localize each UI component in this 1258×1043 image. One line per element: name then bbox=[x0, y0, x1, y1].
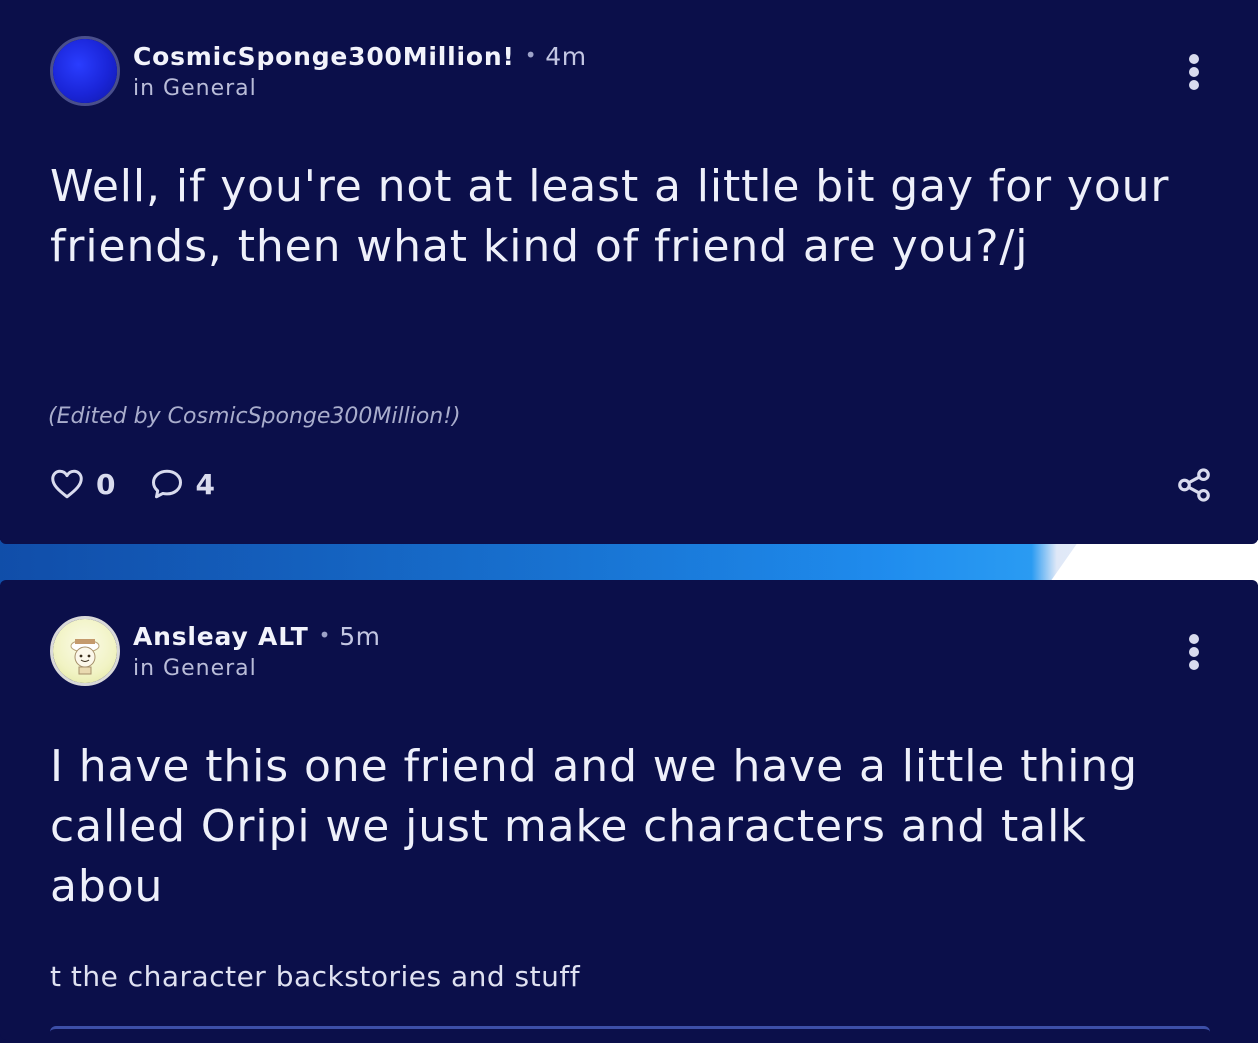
post-body: Well, if you're not at least a little bi… bbox=[50, 161, 1170, 272]
embedded-content-edge bbox=[50, 1026, 1210, 1043]
comment-button[interactable]: 4 bbox=[149, 466, 215, 502]
post-card[interactable]: CosmicSponge300Million! • 4m in General We… bbox=[0, 0, 1258, 544]
post-header: Ansleay ALT • 5m bbox=[133, 622, 381, 651]
comment-bubble-icon bbox=[152, 469, 183, 499]
post-time: 4m bbox=[545, 42, 587, 71]
like-count: 0 bbox=[96, 467, 116, 501]
more-vertical-icon[interactable] bbox=[1180, 54, 1208, 94]
share-icon bbox=[1178, 468, 1210, 502]
post-location[interactable]: in General bbox=[133, 76, 257, 101]
post-time: 5m bbox=[339, 622, 381, 651]
background-white-wedge bbox=[1048, 540, 1258, 585]
heart-icon bbox=[51, 469, 83, 499]
post-header: CosmicSponge300Million! • 4m bbox=[133, 42, 587, 71]
separator-dot: • bbox=[318, 623, 332, 647]
post-location[interactable]: in General bbox=[133, 656, 257, 681]
separator-dot: • bbox=[524, 43, 538, 67]
like-button[interactable]: 0 bbox=[48, 466, 115, 502]
edited-note: (Edited by CosmicSponge300Million!) bbox=[48, 404, 461, 429]
post-card[interactable]: Ansleay ALT • 5m in General I have this on… bbox=[0, 580, 1258, 1040]
author-name[interactable]: Ansleay ALT bbox=[133, 622, 309, 651]
character-face-icon bbox=[70, 639, 100, 675]
background-strip bbox=[0, 540, 1258, 585]
post-actions: 0 4 bbox=[48, 464, 249, 504]
author-name[interactable]: CosmicSponge300Million! bbox=[133, 42, 515, 71]
background-shade bbox=[0, 540, 900, 585]
share-button[interactable] bbox=[1174, 466, 1214, 508]
post-body-continuation: t the character backstories and stuff bbox=[50, 960, 581, 993]
more-vertical-icon[interactable] bbox=[1180, 634, 1208, 674]
comment-count: 4 bbox=[195, 467, 215, 501]
avatar[interactable] bbox=[50, 616, 120, 686]
avatar[interactable] bbox=[50, 36, 120, 106]
character-avatar-icon bbox=[53, 619, 117, 683]
blue-avatar-icon bbox=[53, 39, 117, 103]
post-body: I have this one friend and we have a lit… bbox=[50, 741, 1138, 912]
